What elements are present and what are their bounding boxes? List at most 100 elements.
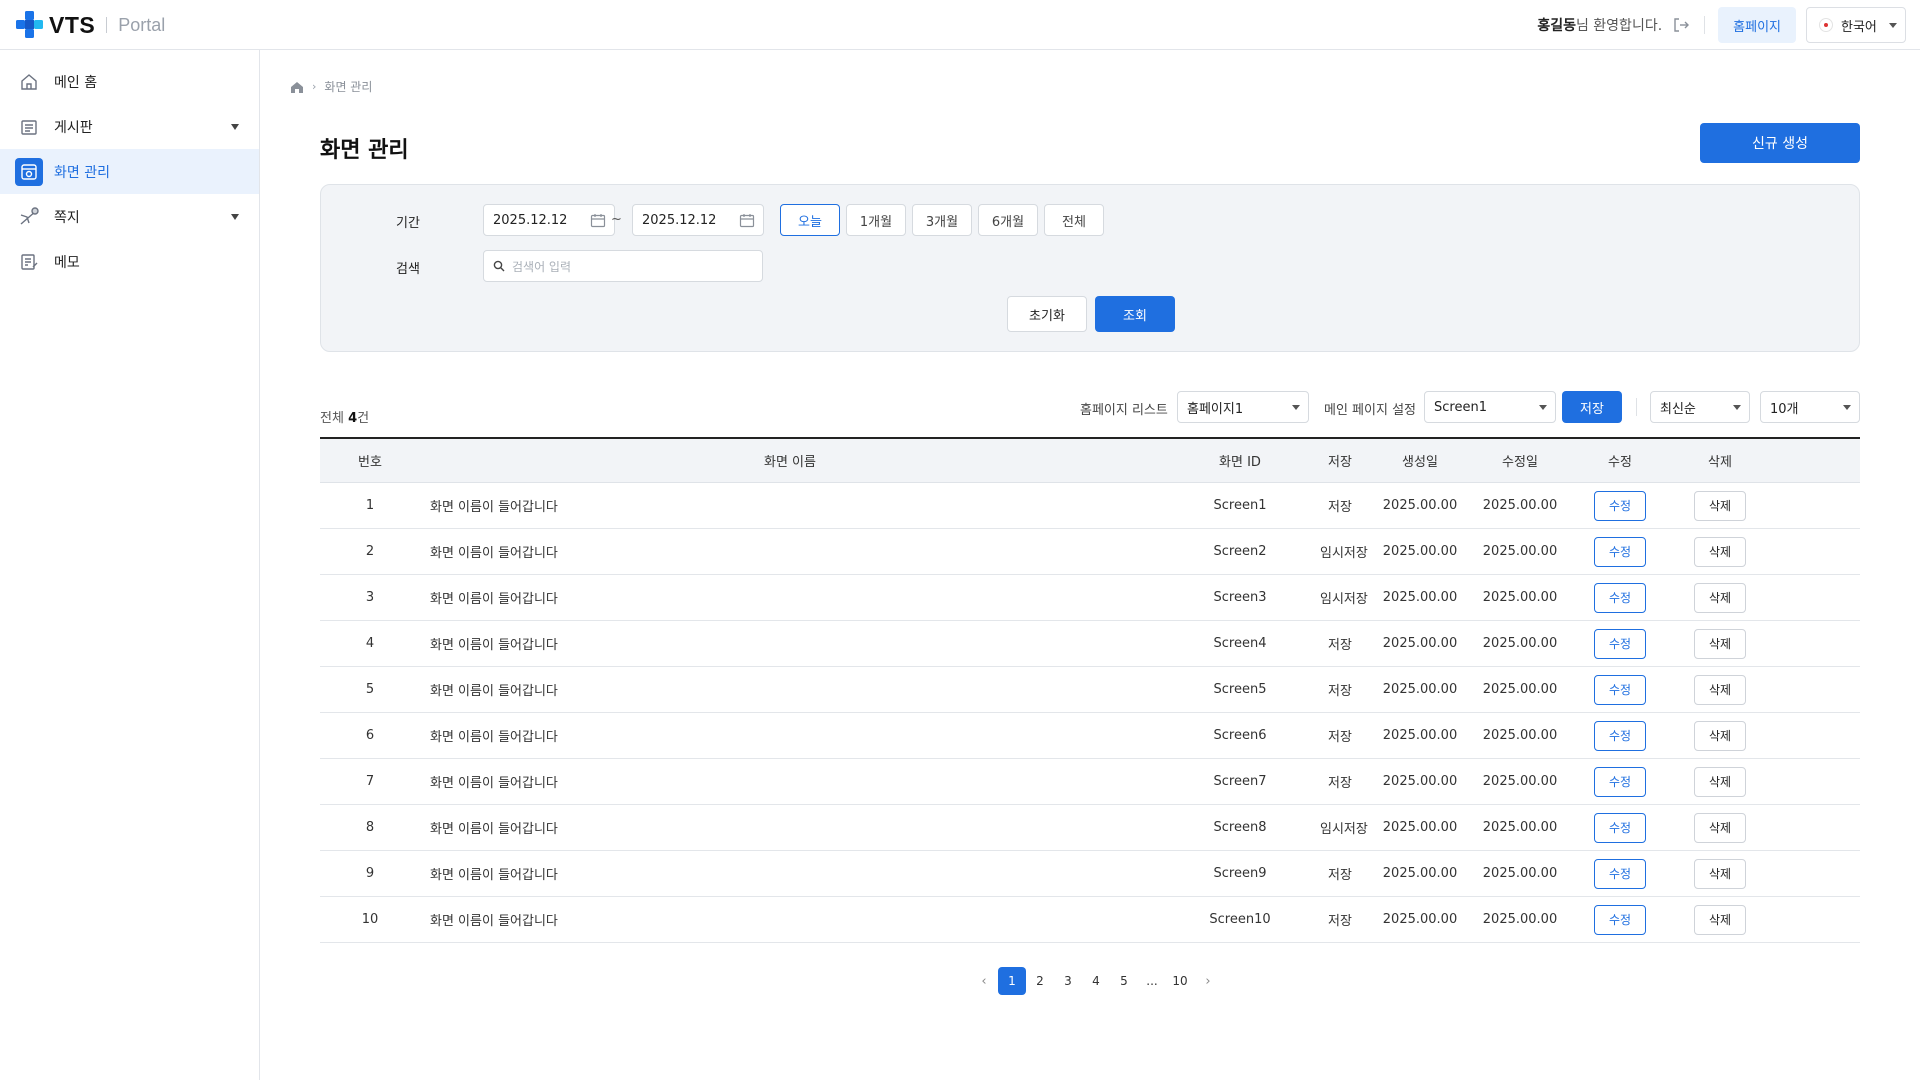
page-size-select[interactable]: 10개 [1760,391,1860,423]
cell-id: Screen2 [1213,544,1267,559]
total-count: 전체 4건 [320,407,369,426]
expand-icon[interactable] [231,214,239,220]
delete-button[interactable]: 삭제 [1694,582,1746,613]
page-3-button[interactable]: 3 [1054,967,1082,995]
edit-button[interactable]: 수정 [1594,674,1646,705]
main-page-select[interactable]: Screen1 [1424,391,1556,423]
start-date-input[interactable]: 2025.12.12 [483,204,615,236]
cell-save-status: 임시저장 [1320,592,1368,607]
cell-modified: 2025.00.00 [1482,498,1558,513]
sidebar: 메인 홈 게시판 화면 관리 쪽지 메모 [0,50,260,1080]
sidebar-item-board[interactable]: 게시판 [0,104,259,149]
page-4-button[interactable]: 4 [1082,967,1110,995]
reset-button[interactable]: 초기화 [1007,296,1087,332]
period-6month-button[interactable]: 6개월 [978,204,1038,236]
page-1-button[interactable]: 1 [998,967,1026,995]
edit-button[interactable]: 수정 [1594,904,1646,935]
page-5-button[interactable]: 5 [1110,967,1138,995]
board-icon [18,116,40,138]
cell-modified: 2025.00.00 [1482,682,1558,697]
expand-icon[interactable] [231,124,239,130]
language-select[interactable]: 한국어 [1806,7,1906,43]
period-all-button[interactable]: 전체 [1044,204,1104,236]
cell-no: 7 [365,774,375,789]
delete-button[interactable]: 삭제 [1694,720,1746,751]
edit-button[interactable]: 수정 [1594,490,1646,521]
cell-created: 2025.00.00 [1382,682,1458,697]
sidebar-item-label: 메모 [54,254,80,271]
period-1month-button[interactable]: 1개월 [846,204,906,236]
header-no: 번호 [358,455,382,470]
save-button[interactable]: 저장 [1562,391,1622,423]
delete-button[interactable]: 삭제 [1694,858,1746,889]
sort-select[interactable]: 최신순 [1650,391,1750,423]
delete-button[interactable]: 삭제 [1694,812,1746,843]
chevron-down-icon [1539,405,1547,410]
table-row: 8 화면 이름이 들어갑니다 Screen8 임시저장 2025.00.00 2025.0… [320,805,1860,851]
calendar-icon[interactable] [590,213,606,228]
delete-button[interactable]: 삭제 [1694,674,1746,705]
delete-button[interactable]: 삭제 [1694,536,1746,567]
table-body: 1 화면 이름이 들어갑니다 Screen1 저장 2025.00.00 2025.00.… [320,483,1860,943]
breadcrumb: › 화면 관리 [290,78,372,95]
cell-modified: 2025.00.00 [1482,636,1558,651]
cell-edit: 수정 [1560,674,1680,705]
homepage-button[interactable]: 홈페이지 [1718,7,1796,43]
chevron-down-icon [1292,405,1300,410]
edit-button[interactable]: 수정 [1594,582,1646,613]
sidebar-item-label: 메인 홈 [54,74,98,91]
homepage-list-label: 홈페이지 리스트 [1080,403,1168,418]
sidebar-item-screen-management[interactable]: 화면 관리 [0,149,259,194]
edit-button[interactable]: 수정 [1594,858,1646,889]
cell-no: 3 [365,590,375,605]
search-input[interactable]: 검색어 입력 [483,250,763,282]
logout-icon[interactable] [1672,16,1690,34]
sidebar-item-main-home[interactable]: 메인 홈 [0,59,259,104]
edit-button[interactable]: 수정 [1594,628,1646,659]
table-row: 7 화면 이름이 들어갑니다 Screen7 저장 2025.00.00 2025.00.… [320,759,1860,805]
period-3month-button[interactable]: 3개월 [912,204,972,236]
message-icon [18,206,40,228]
delete-button[interactable]: 삭제 [1694,904,1746,935]
cell-id: Screen1 [1213,498,1267,513]
query-button[interactable]: 조회 [1095,296,1175,332]
cell-id: Screen6 [1213,728,1267,743]
delete-button[interactable]: 삭제 [1694,766,1746,797]
next-page-button[interactable]: › [1194,967,1222,995]
cell-id: Screen9 [1213,866,1267,881]
sidebar-item-label: 쪽지 [54,209,80,226]
korea-flag-icon [1819,18,1833,32]
prev-page-button[interactable]: ‹ [970,967,998,995]
cell-name: 화면 이름이 들어갑니다 [430,822,558,837]
welcome-suffix: 님 환영합니다. [1575,18,1663,34]
delete-button[interactable]: 삭제 [1694,628,1746,659]
cell-no: 1 [365,498,375,513]
home-icon[interactable] [290,80,304,94]
cell-id: Screen8 [1213,820,1267,835]
header-modified: 수정일 [1502,455,1538,470]
period-today-button[interactable]: 오늘 [780,204,840,236]
edit-button[interactable]: 수정 [1594,720,1646,751]
calendar-icon[interactable] [739,213,755,228]
cell-id: Screen5 [1213,682,1267,697]
sidebar-item-memo[interactable]: 메모 [0,239,259,284]
pagination: ‹ 1 2 3 4 5 ... 10 › [970,967,1222,995]
end-date-input[interactable]: 2025.12.12 [632,204,764,236]
edit-button[interactable]: 수정 [1594,536,1646,567]
chevron-down-icon [1889,23,1897,28]
homepage-list-select[interactable]: 홈페이지1 [1177,391,1309,423]
cell-name: 화면 이름이 들어갑니다 [430,638,558,653]
new-create-button[interactable]: 신규 생성 [1700,123,1860,163]
delete-button[interactable]: 삭제 [1694,490,1746,521]
edit-button[interactable]: 수정 [1594,766,1646,797]
sidebar-item-message[interactable]: 쪽지 [0,194,259,239]
edit-button[interactable]: 수정 [1594,812,1646,843]
cell-created: 2025.00.00 [1382,912,1458,927]
cell-save-status: 임시저장 [1320,822,1368,837]
logo[interactable]: VTS Portal [15,11,165,39]
date-range-separator: ~ [611,212,622,227]
cell-created: 2025.00.00 [1382,590,1458,605]
page-10-button[interactable]: 10 [1166,967,1194,995]
page-2-button[interactable]: 2 [1026,967,1054,995]
top-header: VTS Portal 홍길동님 환영합니다. 홈페이지 한국어 [0,0,1920,50]
